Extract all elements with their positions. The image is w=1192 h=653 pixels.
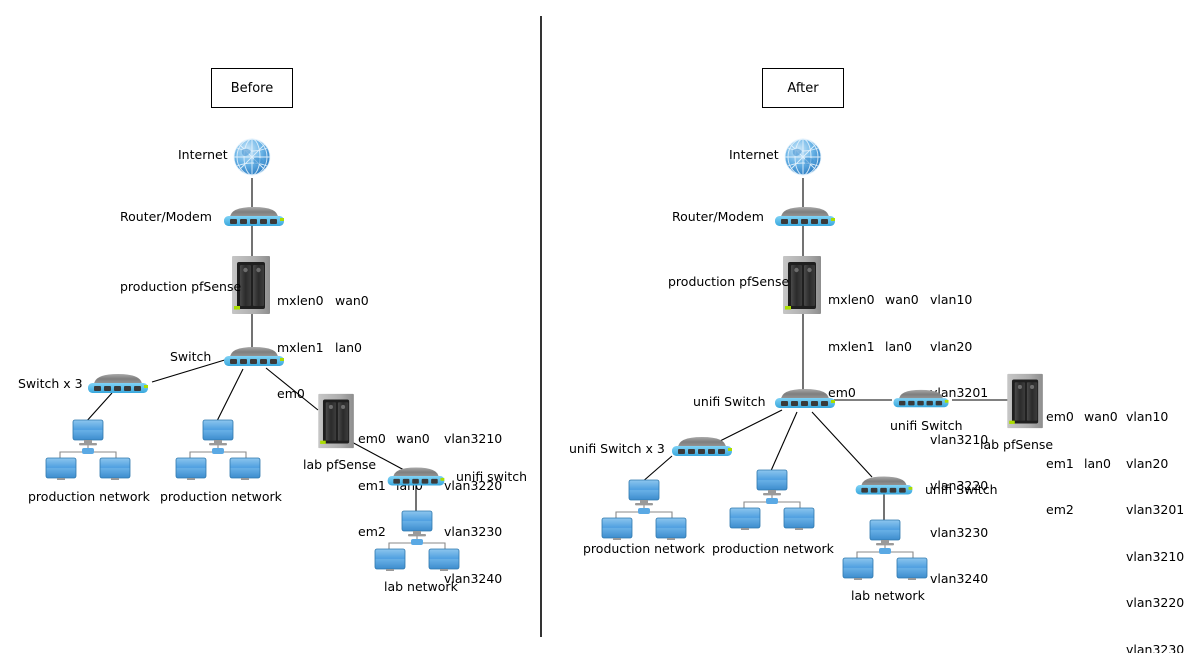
before-unifi-switch-node[interactable] [382, 464, 450, 490]
network-diagram-canvas: Before Internet Router/Modem production … [0, 0, 1192, 653]
vlan-1: vlan20 [930, 338, 973, 354]
vlan-6: vlan3240 [930, 571, 989, 586]
after-lab-pfsense-vlans: vlan10 vlan20 vlan3201 vlan3210 vlan3220… [1126, 378, 1184, 653]
after-title-box: After [762, 68, 844, 108]
after-title-label: After [787, 80, 819, 96]
before-title-box: Before [211, 68, 293, 108]
nic-0: em0 [358, 431, 386, 446]
before-production-network-2-label: production network [160, 489, 282, 504]
server-icon [318, 393, 354, 449]
after-uplink-unifi-switch-node[interactable] [888, 386, 954, 412]
after-lab-pfsense-node[interactable] [1005, 372, 1047, 430]
vlan-5: vlan3230 [1126, 641, 1185, 653]
after-production-pfsense-label: production pfSense [668, 274, 790, 289]
before-lab-network-label: lab network [384, 579, 458, 594]
switch-icon [855, 476, 913, 495]
before-lab-pfsense-node[interactable] [316, 392, 358, 450]
after-router-node[interactable] [769, 204, 841, 230]
before-internet-label: Internet [178, 147, 228, 162]
edge-unifiswitch-prodnet2-after [769, 411, 798, 474]
after-core-unifi-switch-node[interactable] [769, 386, 841, 412]
before-production-pfsense-label: production pfSense [120, 279, 242, 294]
computer-cluster-icon [601, 479, 687, 540]
before-production-network-2[interactable] [172, 418, 264, 480]
nic-0: mxlen0 [828, 292, 875, 307]
vlan-4: vlan3220 [1126, 595, 1185, 610]
after-unifi-switch-x3-node[interactable] [666, 434, 738, 460]
before-production-network-1-label: production network [28, 489, 150, 504]
vlan-2: vlan3201 [1126, 502, 1185, 517]
after-lab-network-label: lab network [851, 588, 925, 603]
vlan-1: vlan20 [1126, 455, 1169, 471]
vlan-5: vlan3230 [930, 524, 989, 540]
before-core-switch-label: Switch [170, 349, 212, 364]
role-0: wan0 [1084, 409, 1118, 424]
after-lab-pfsense-nics: em0 em1 em2 [1046, 378, 1074, 549]
before-switch-x3-node[interactable] [82, 371, 154, 397]
after-lab-unifi-switch-label: unifi Switch [925, 482, 998, 497]
globe-icon [784, 138, 822, 176]
before-production-network-1[interactable] [42, 418, 134, 480]
server-icon [1007, 373, 1043, 429]
computer-cluster-icon [45, 419, 131, 480]
switch-icon [224, 347, 284, 366]
after-core-unifi-switch-label: unifi Switch [693, 394, 766, 409]
after-prod-pfsense-roles: wan0 lan0 [885, 261, 919, 385]
edge-switch-prodnet2 [215, 368, 244, 424]
switch-icon [224, 207, 284, 226]
switch-icon [775, 207, 835, 226]
before-prod-pfsense-roles: wan0 lan0 [335, 262, 369, 386]
nic-2: em2 [1046, 502, 1074, 517]
switch-icon [893, 389, 949, 408]
switch-icon [672, 437, 732, 456]
computer-cluster-icon [842, 519, 928, 580]
role-1: lan0 [335, 339, 363, 355]
nic-1: mxlen1 [828, 338, 875, 354]
role-1: lan0 [1084, 455, 1112, 471]
before-lab-network[interactable] [371, 509, 463, 571]
after-lab-network[interactable] [839, 518, 931, 580]
before-internet-node[interactable] [230, 136, 274, 180]
vlan-0: vlan10 [930, 292, 973, 307]
after-uplink-unifi-switch-label: unifi Switch [890, 418, 963, 433]
before-title-label: Before [230, 80, 274, 96]
before-switch-x3-label: Switch x 3 [18, 376, 83, 391]
role-0: wan0 [396, 431, 430, 446]
after-unifi-switch-x3-label: unifi Switch x 3 [569, 441, 665, 456]
computer-cluster-icon [374, 510, 460, 571]
role-0: wan0 [335, 293, 369, 308]
before-router-node[interactable] [218, 204, 290, 230]
after-production-network-1[interactable] [598, 478, 690, 540]
after-lab-unifi-switch-node[interactable] [850, 473, 918, 499]
role-0: wan0 [885, 292, 919, 307]
nic-0: em0 [1046, 409, 1074, 424]
vlan-0: vlan3210 [444, 431, 503, 446]
before-lab-pfsense-roles: wan0 lan0 [396, 400, 430, 524]
after-production-network-1-label: production network [583, 541, 705, 556]
before-router-label: Router/Modem [120, 209, 212, 224]
globe-icon [233, 138, 271, 176]
before-core-switch-node[interactable] [218, 344, 290, 370]
after-lab-pfsense-label: lab pfSense [980, 437, 1054, 452]
nic-0: mxlen0 [277, 293, 324, 308]
after-production-network-2-label: production network [712, 541, 834, 556]
computer-cluster-icon [729, 469, 815, 530]
role-1: lan0 [885, 338, 913, 354]
switch-icon [387, 467, 445, 486]
after-router-label: Router/Modem [672, 209, 764, 224]
after-lab-pfsense-roles: wan0 lan0 [1084, 378, 1118, 502]
computer-cluster-icon [175, 419, 261, 480]
vlan-3: vlan3210 [1126, 548, 1185, 564]
nic-1: em1 [1046, 455, 1074, 471]
after-internet-node[interactable] [781, 136, 825, 180]
after-production-network-2[interactable] [726, 468, 818, 530]
switch-icon [775, 389, 835, 408]
vlan-0: vlan10 [1126, 409, 1169, 424]
after-internet-label: Internet [729, 147, 779, 162]
switch-icon [88, 374, 148, 393]
before-unifi-switch-label: unifi switch [456, 469, 528, 484]
